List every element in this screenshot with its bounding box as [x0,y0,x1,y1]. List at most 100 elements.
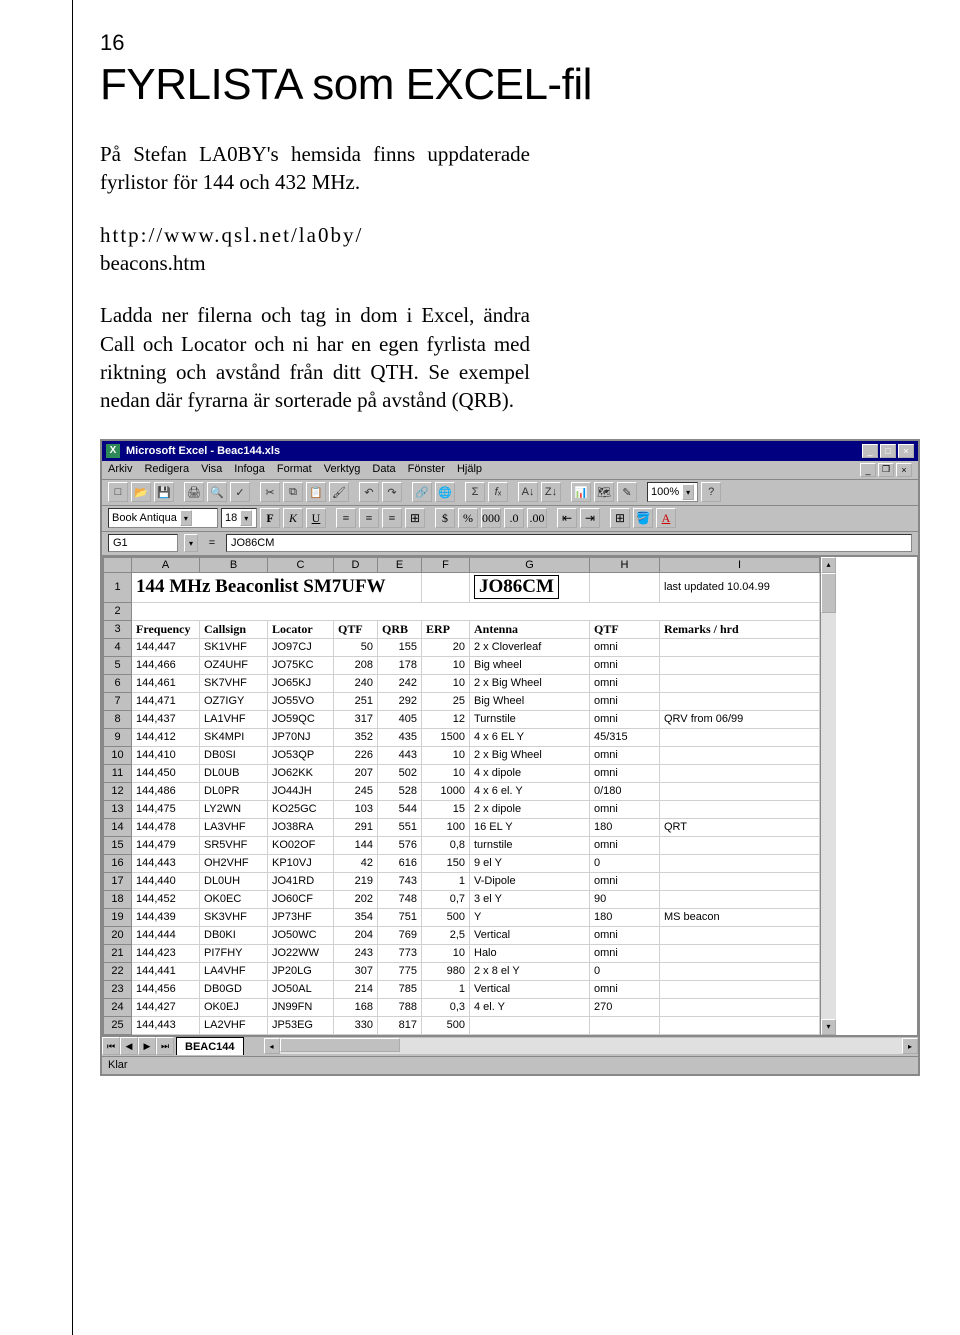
vertical-scrollbar[interactable]: ▴ ▾ [820,557,836,1035]
table-row[interactable]: 8144,437LA1VHFJO59QC31740512Turnstileomn… [104,710,820,728]
spell-icon[interactable]: ✓ [230,482,250,502]
header-cell[interactable]: Frequency [132,620,200,638]
help-icon[interactable]: ? [701,482,721,502]
table-row[interactable]: 24144,427OK0EJJN99FN1687880,34 el. Y270 [104,998,820,1016]
row-header[interactable]: 2 [104,602,132,620]
header-cell[interactable]: QTF [590,620,660,638]
row-header[interactable]: 10 [104,746,132,764]
menu-arkiv[interactable]: Arkiv [108,463,132,477]
paste-icon[interactable]: 📋 [306,482,326,502]
chevron-down-icon[interactable]: ▾ [240,510,252,526]
tab-prev-icon[interactable]: ◀ [120,1037,138,1055]
name-box[interactable]: G1 [108,534,178,552]
minimize-button[interactable]: _ [862,444,878,458]
row-header[interactable]: 1 [104,572,132,602]
table-row[interactable]: 20144,444DB0KIJO50WC2047692,5Verticalomn… [104,926,820,944]
row-header[interactable]: 25 [104,1016,132,1034]
align-center-icon[interactable]: ≡ [359,508,379,528]
underline-button[interactable]: U [306,508,326,528]
locator-cell[interactable]: JO86CM [474,575,559,599]
menu-fonster[interactable]: Fönster [408,463,445,477]
merge-icon[interactable]: ⊞ [405,508,425,528]
header-cell[interactable]: Callsign [200,620,268,638]
header-cell[interactable]: QTF [334,620,378,638]
doc-restore-button[interactable]: ❐ [878,463,894,477]
menu-data[interactable]: Data [372,463,395,477]
row-header[interactable]: 8 [104,710,132,728]
copy-icon[interactable]: ⧉ [283,482,303,502]
row-header[interactable]: 19 [104,908,132,926]
comma-icon[interactable]: 000 [481,508,501,528]
row-header[interactable]: 21 [104,944,132,962]
col-header[interactable]: E [378,557,422,572]
table-row[interactable]: 19144,439SK3VHFJP73HF354751500Y180MS bea… [104,908,820,926]
header-cell[interactable]: Locator [268,620,334,638]
link-icon[interactable]: 🔗 [412,482,432,502]
col-header[interactable]: F [422,557,470,572]
header-cell[interactable]: Remarks / hrd [660,620,820,638]
print-icon[interactable]: 🖨 [184,482,204,502]
dec-indent-icon[interactable]: ⇤ [557,508,577,528]
select-all-corner[interactable] [104,557,132,572]
table-row[interactable]: 22144,441LA4VHFJP20LG3077759802 x 8 el Y… [104,962,820,980]
horizontal-scrollbar[interactable]: ◂ ▸ [264,1038,918,1054]
row-header[interactable]: 14 [104,818,132,836]
row-header[interactable]: 5 [104,656,132,674]
sort-asc-icon[interactable]: A↓ [518,482,538,502]
fill-color-icon[interactable]: 🪣 [633,508,653,528]
menu-format[interactable]: Format [277,463,312,477]
percent-icon[interactable]: % [458,508,478,528]
sort-desc-icon[interactable]: Z↓ [541,482,561,502]
doc-minimize-button[interactable]: _ [860,463,876,477]
menu-verktyg[interactable]: Verktyg [324,463,361,477]
table-row[interactable]: 9144,412SK4MPIJP70NJ35243515004 x 6 EL Y… [104,728,820,746]
row-header[interactable]: 11 [104,764,132,782]
align-left-icon[interactable]: ≡ [336,508,356,528]
row-header[interactable]: 12 [104,782,132,800]
formula-value[interactable]: JO86CM [226,534,912,552]
italic-button[interactable]: K [283,508,303,528]
new-icon[interactable]: □ [108,482,128,502]
cut-icon[interactable]: ✂ [260,482,280,502]
row-header[interactable]: 23 [104,980,132,998]
doc-close-button[interactable]: × [896,463,912,477]
header-cell[interactable]: Antenna [470,620,590,638]
table-row[interactable]: 17144,440DL0UHJO41RD2197431V-Dipoleomni [104,872,820,890]
scroll-up-icon[interactable]: ▴ [821,557,836,573]
table-row[interactable]: 21144,423PI7FHYJO22WW24377310Haloomni [104,944,820,962]
scroll-left-icon[interactable]: ◂ [264,1038,280,1054]
fx-icon[interactable]: fₓ [488,482,508,502]
paint-icon[interactable]: 🖌 [329,482,349,502]
row-header[interactable]: 9 [104,728,132,746]
table-row[interactable]: 13144,475LY2WNKO25GC103544152 x dipoleom… [104,800,820,818]
inc-indent-icon[interactable]: ⇥ [580,508,600,528]
row-header[interactable]: 22 [104,962,132,980]
table-row[interactable]: 6144,461SK7VHFJO65KJ240242102 x Big Whee… [104,674,820,692]
col-header[interactable]: B [200,557,268,572]
header-cell[interactable]: ERP [422,620,470,638]
col-header[interactable]: H [590,557,660,572]
draw-icon[interactable]: ✎ [617,482,637,502]
row-header[interactable]: 24 [104,998,132,1016]
chart-icon[interactable]: 📊 [571,482,591,502]
row-header[interactable]: 6 [104,674,132,692]
dec-decimal-icon[interactable]: .00 [527,508,547,528]
menu-hjalp[interactable]: Hjälp [457,463,482,477]
maximize-button[interactable]: □ [880,444,896,458]
sheet-tab[interactable]: BEAC144 [176,1037,244,1055]
sum-icon[interactable]: Σ [465,482,485,502]
table-row[interactable]: 4144,447SK1VHFJO97CJ50155202 x Cloverlea… [104,638,820,656]
col-header[interactable]: C [268,557,334,572]
table-row[interactable]: 5144,466OZ4UHFJO75KC20817810Big wheelomn… [104,656,820,674]
save-icon[interactable]: 💾 [154,482,174,502]
table-row[interactable]: 15144,479SR5VHFKO02OF1445760,8turnstileo… [104,836,820,854]
row-header[interactable]: 7 [104,692,132,710]
row-header[interactable]: 4 [104,638,132,656]
open-icon[interactable]: 📂 [131,482,151,502]
chevron-down-icon[interactable]: ▾ [184,534,198,552]
tab-last-icon[interactable]: ⏭ [156,1037,174,1055]
table-row[interactable]: 16144,443OH2VHFKP10VJ426161509 el Y0 [104,854,820,872]
row-header[interactable]: 18 [104,890,132,908]
spreadsheet-grid[interactable]: A B C D E F G H I 1 144 MHz Beaconlist S… [103,557,820,1035]
col-header[interactable]: G [470,557,590,572]
